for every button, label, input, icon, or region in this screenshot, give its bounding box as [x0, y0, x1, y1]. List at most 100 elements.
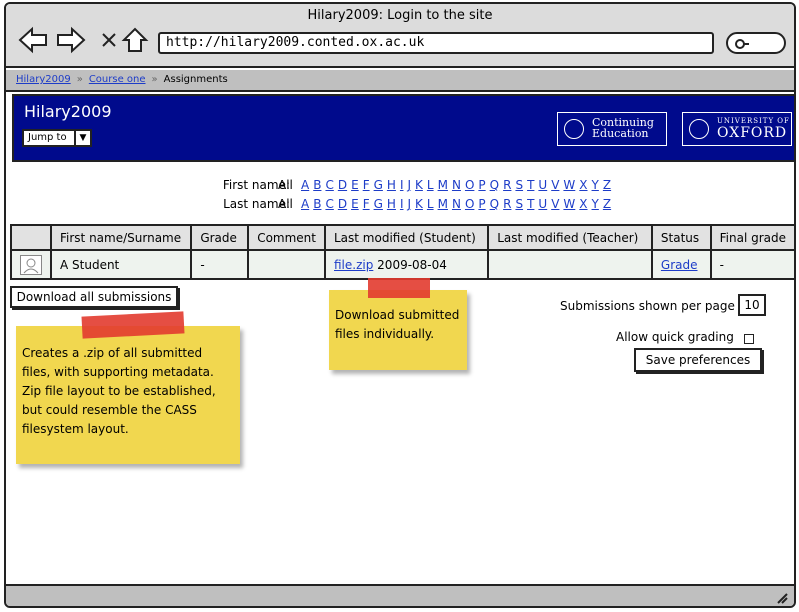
last-name-letter-z[interactable]: Z [603, 197, 611, 211]
first-name-letter-f[interactable]: F [363, 178, 370, 192]
first-name-letter-x[interactable]: X [579, 178, 587, 192]
last-name-letter-b[interactable]: B [313, 197, 321, 211]
last-name-letter-u[interactable]: U [538, 197, 547, 211]
browser-chrome: Hilary2009: Login to the site http://hil… [6, 4, 794, 68]
quick-grading-label: Allow quick grading [616, 330, 734, 344]
last-name-letter-x[interactable]: X [579, 197, 587, 211]
crest-icon [564, 119, 584, 139]
first-name-letter-n[interactable]: N [452, 178, 461, 192]
first-name-letter-j[interactable]: J [407, 178, 411, 192]
breadcrumb-site-link[interactable]: Hilary2009 [16, 74, 71, 85]
last-name-letter-s[interactable]: S [515, 197, 523, 211]
first-name-letter-k[interactable]: K [415, 178, 423, 192]
first-name-letter-t[interactable]: T [527, 178, 534, 192]
browser-window: Hilary2009: Login to the site http://hil… [4, 2, 796, 608]
first-name-letter-w[interactable]: W [563, 178, 575, 192]
first-name-all[interactable]: All [278, 178, 293, 192]
last-name-letters: ABCDEFGHIJKLMNOPQRSTUVWXYZ [301, 197, 615, 211]
first-name-letters: ABCDEFGHIJKLMNOPQRSTUVWXYZ [301, 178, 615, 192]
logo-ox-text-1: UNIVERSITY OF [717, 117, 790, 125]
download-all-button[interactable]: Download all submissions [10, 286, 178, 308]
col-modified-teacher[interactable]: Last modified (Teacher) [487, 224, 653, 251]
first-name-letter-h[interactable]: H [387, 178, 396, 192]
last-name-letter-h[interactable]: H [387, 197, 396, 211]
site-title: Hilary2009 [24, 102, 112, 121]
first-name-letter-u[interactable]: U [538, 178, 547, 192]
first-name-letter-d[interactable]: D [338, 178, 347, 192]
first-name-letter-r[interactable]: R [503, 178, 511, 192]
per-page-input[interactable]: 10 [738, 294, 766, 316]
col-final-grade[interactable]: Final grade [709, 224, 794, 251]
first-name-letter-s[interactable]: S [515, 178, 523, 192]
first-name-letter-e[interactable]: E [351, 178, 359, 192]
first-name-letter-l[interactable]: L [427, 178, 434, 192]
breadcrumb-course-link[interactable]: Course one [89, 74, 146, 85]
last-name-letter-v[interactable]: V [551, 197, 559, 211]
col-comment[interactable]: Comment [247, 224, 326, 251]
last-name-letter-o[interactable]: O [465, 197, 474, 211]
col-name[interactable]: First name/Surname [49, 224, 193, 251]
quick-grading-checkbox[interactable] [744, 334, 754, 344]
cell-name[interactable]: A Student [49, 249, 193, 280]
first-name-letter-i[interactable]: I [400, 178, 404, 192]
breadcrumb: Hilary2009 » Course one » Assignments [6, 70, 794, 92]
last-name-letter-p[interactable]: P [478, 197, 485, 211]
first-name-letter-z[interactable]: Z [603, 178, 611, 192]
first-name-letter-y[interactable]: Y [592, 178, 599, 192]
address-bar[interactable]: http://hilary2009.conted.ox.ac.uk [158, 32, 714, 54]
last-name-letter-l[interactable]: L [427, 197, 434, 211]
save-preferences-button[interactable]: Save preferences [634, 348, 762, 372]
resize-grip-icon[interactable] [776, 592, 788, 604]
first-name-letter-g[interactable]: G [374, 178, 383, 192]
chevron-right-icon: » [151, 74, 158, 85]
cell-status: Grade [650, 249, 712, 280]
first-name-letter-b[interactable]: B [313, 178, 321, 192]
first-name-letter-p[interactable]: P [478, 178, 485, 192]
last-name-letter-y[interactable]: Y [592, 197, 599, 211]
window-title: Hilary2009: Login to the site [307, 8, 493, 23]
first-name-letter-o[interactable]: O [465, 178, 474, 192]
first-name-letter-v[interactable]: V [551, 178, 559, 192]
back-arrow-icon[interactable] [18, 26, 48, 54]
note-tape [368, 278, 430, 298]
forward-arrow-icon[interactable] [56, 26, 86, 54]
cell-modified-student: file.zip 2009-08-04 [323, 249, 490, 280]
last-name-letter-t[interactable]: T [527, 197, 534, 211]
last-name-all[interactable]: All [278, 197, 293, 211]
grade-link[interactable]: Grade [661, 258, 698, 272]
last-name-letter-k[interactable]: K [415, 197, 423, 211]
status-bar [6, 584, 794, 606]
browser-search-field[interactable] [726, 32, 786, 54]
last-name-letter-f[interactable]: F [363, 197, 370, 211]
home-icon[interactable] [120, 26, 150, 54]
last-name-letter-c[interactable]: C [325, 197, 333, 211]
col-status[interactable]: Status [650, 224, 712, 251]
last-name-letter-m[interactable]: M [438, 197, 448, 211]
cell-final-grade: - [709, 249, 794, 280]
first-name-letter-q[interactable]: Q [490, 178, 499, 192]
file-zip-link[interactable]: file.zip [334, 258, 373, 272]
last-name-letter-i[interactable]: I [400, 197, 404, 211]
last-name-letter-w[interactable]: W [563, 197, 575, 211]
avatar[interactable] [20, 254, 42, 275]
last-name-letter-g[interactable]: G [374, 197, 383, 211]
jump-to-label: Jump to [28, 132, 67, 143]
logo-ce-text-2: Education [592, 127, 649, 140]
last-name-letter-j[interactable]: J [407, 197, 411, 211]
col-modified-student[interactable]: Last modified (Student) [323, 224, 490, 251]
first-name-letter-m[interactable]: M [438, 178, 448, 192]
last-name-letter-d[interactable]: D [338, 197, 347, 211]
submissions-table: First name/Surname Grade Comment Last mo… [10, 224, 794, 280]
crest-icon [689, 119, 709, 139]
zip-note: Creates a .zip of all submitted files, w… [16, 326, 240, 464]
last-name-letter-n[interactable]: N [452, 197, 461, 211]
jump-to-select[interactable]: Jump to ▼ [22, 129, 92, 147]
col-grade[interactable]: Grade [190, 224, 250, 251]
last-name-letter-e[interactable]: E [351, 197, 359, 211]
last-name-letter-a[interactable]: A [301, 197, 309, 211]
last-name-letter-r[interactable]: R [503, 197, 511, 211]
first-name-letter-c[interactable]: C [325, 178, 333, 192]
last-name-letter-q[interactable]: Q [490, 197, 499, 211]
search-icon [735, 39, 749, 49]
first-name-letter-a[interactable]: A [301, 178, 309, 192]
